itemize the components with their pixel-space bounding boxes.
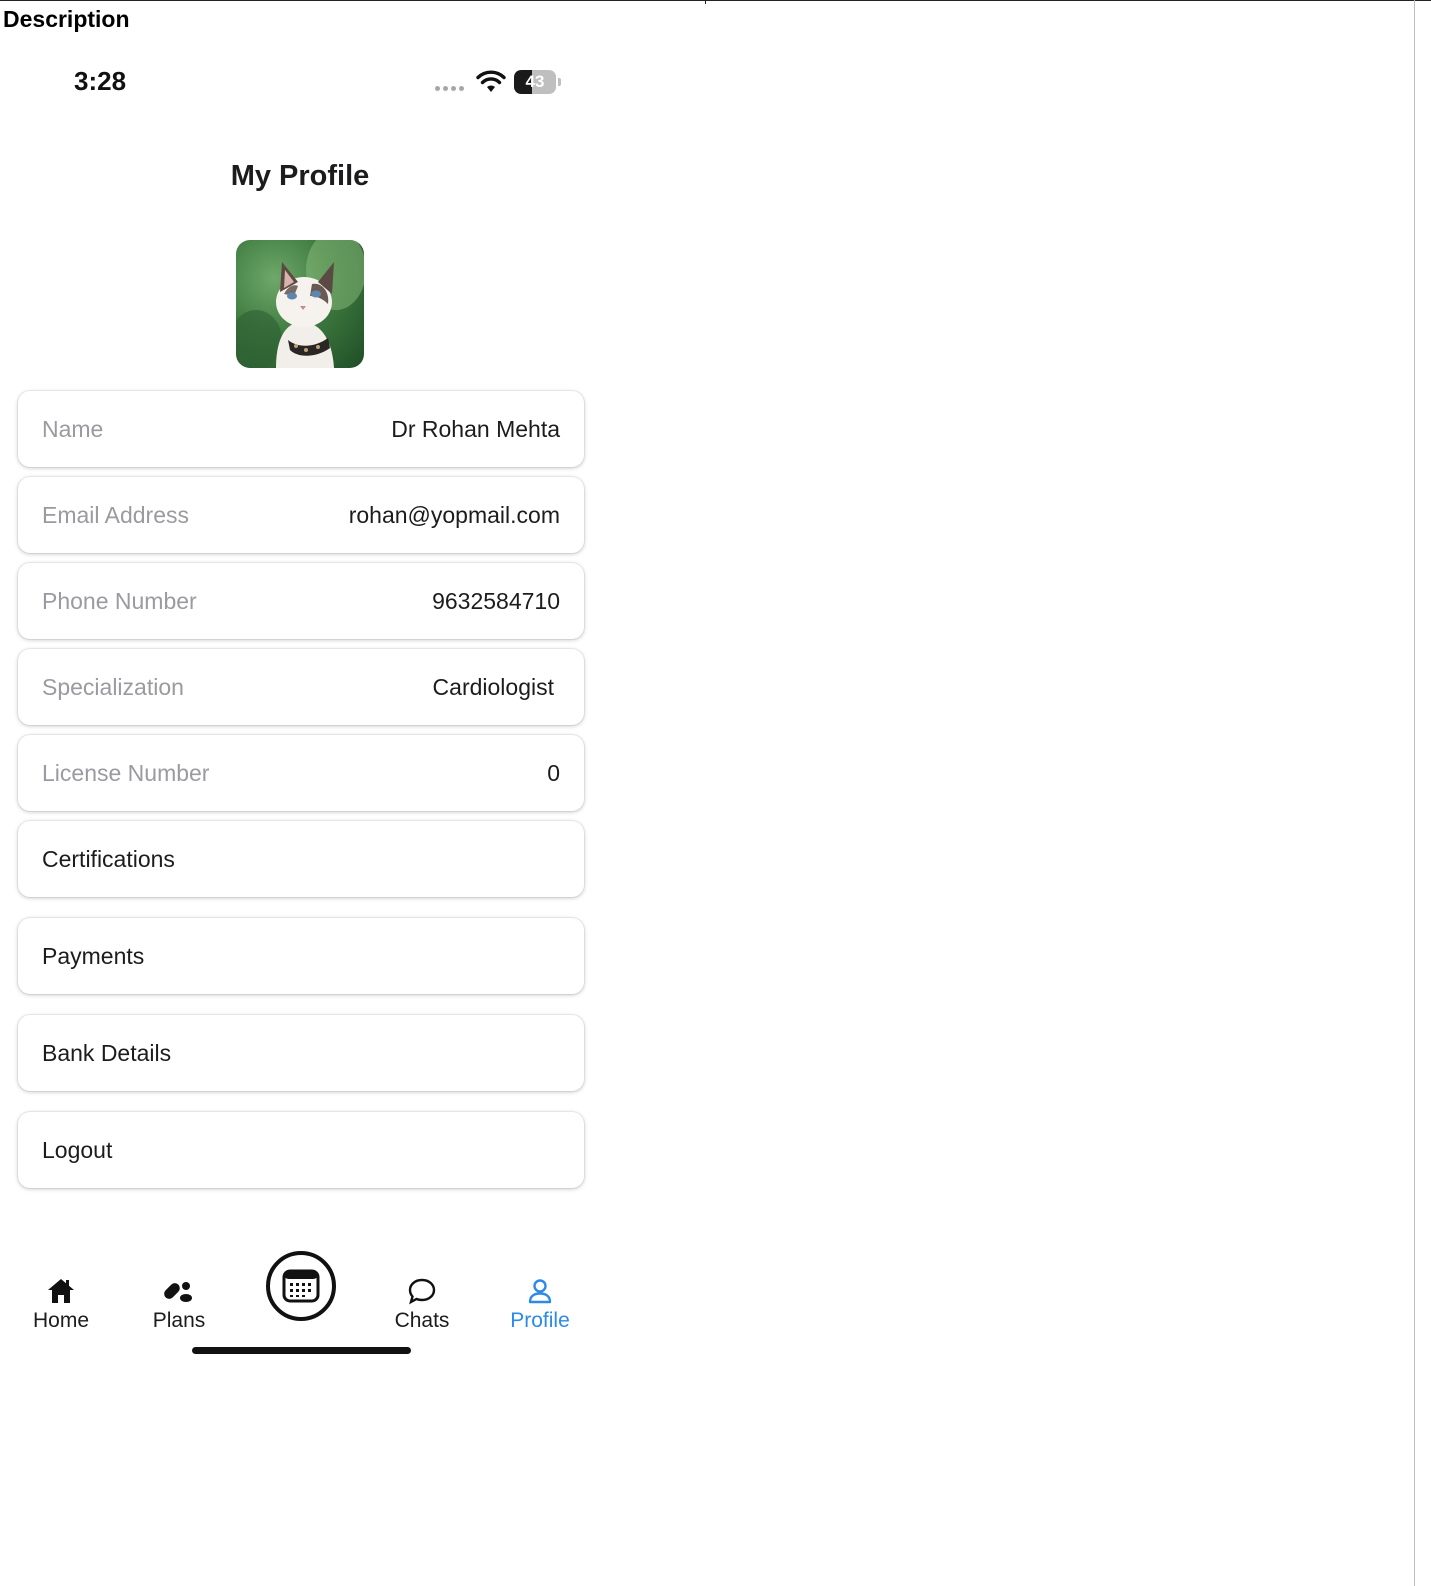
bank-details-button[interactable]: Bank Details bbox=[18, 1015, 584, 1091]
license-label: License Number bbox=[42, 759, 210, 786]
cellular-signal-icon bbox=[435, 86, 469, 92]
wifi-icon bbox=[476, 70, 506, 92]
nav-chats[interactable]: Chats bbox=[367, 1277, 477, 1333]
chat-bubble-icon bbox=[408, 1278, 436, 1305]
screen: Description 3:28 43 My Profile Name Dr R… bbox=[0, 0, 1431, 1586]
email-value: rohan@yopmail.com bbox=[348, 501, 560, 528]
phone-label: Phone Number bbox=[42, 587, 197, 614]
certifications-label: Certifications bbox=[42, 845, 175, 872]
nav-profile[interactable]: Profile bbox=[485, 1277, 595, 1333]
specialization-row: Specialization Cardiologist bbox=[18, 649, 584, 725]
bank-details-label: Bank Details bbox=[42, 1039, 172, 1066]
right-border bbox=[1414, 0, 1415, 1586]
avatar[interactable] bbox=[236, 240, 364, 368]
nav-plans-label: Plans bbox=[152, 1309, 206, 1332]
status-time: 3:28 bbox=[74, 66, 127, 96]
description-heading: Description bbox=[3, 6, 130, 32]
license-value: 0 bbox=[547, 759, 560, 786]
email-label: Email Address bbox=[42, 501, 190, 528]
nav-home-label: Home bbox=[32, 1309, 90, 1332]
page-title: My Profile bbox=[230, 160, 370, 192]
name-label: Name bbox=[42, 415, 104, 442]
specialization-label: Specialization bbox=[42, 673, 184, 700]
pills-icon bbox=[164, 1282, 192, 1302]
user-icon bbox=[528, 1279, 552, 1304]
name-value: Dr Rohan Mehta bbox=[391, 415, 560, 442]
home-icon bbox=[48, 1279, 74, 1303]
top-tick bbox=[705, 0, 706, 4]
payments-label: Payments bbox=[42, 942, 145, 969]
home-indicator bbox=[192, 1347, 411, 1354]
top-border bbox=[0, 0, 1431, 1]
specialization-value: Cardiologist bbox=[432, 673, 554, 700]
phone-row: Phone Number 9632584710 bbox=[18, 563, 584, 639]
email-row: Email Address rohan@yopmail.com bbox=[18, 477, 584, 553]
nav-home[interactable]: Home bbox=[6, 1277, 116, 1333]
nav-profile-label: Profile bbox=[510, 1309, 570, 1332]
battery-icon: 43 bbox=[514, 70, 562, 94]
calendar-icon bbox=[282, 1269, 320, 1303]
logout-button[interactable]: Logout bbox=[18, 1112, 584, 1188]
nav-chats-label: Chats bbox=[394, 1309, 450, 1332]
name-row: Name Dr Rohan Mehta bbox=[18, 391, 584, 467]
certifications-button[interactable]: Certifications bbox=[18, 821, 584, 897]
battery-level: 43 bbox=[525, 72, 545, 91]
calendar-button[interactable] bbox=[266, 1251, 336, 1321]
nav-plans[interactable]: Plans bbox=[124, 1277, 234, 1333]
logout-label: Logout bbox=[42, 1136, 113, 1163]
cat-photo-icon bbox=[236, 240, 364, 368]
license-row: License Number 0 bbox=[18, 735, 584, 811]
payments-button[interactable]: Payments bbox=[18, 918, 584, 994]
phone-value: 9632584710 bbox=[432, 587, 560, 614]
